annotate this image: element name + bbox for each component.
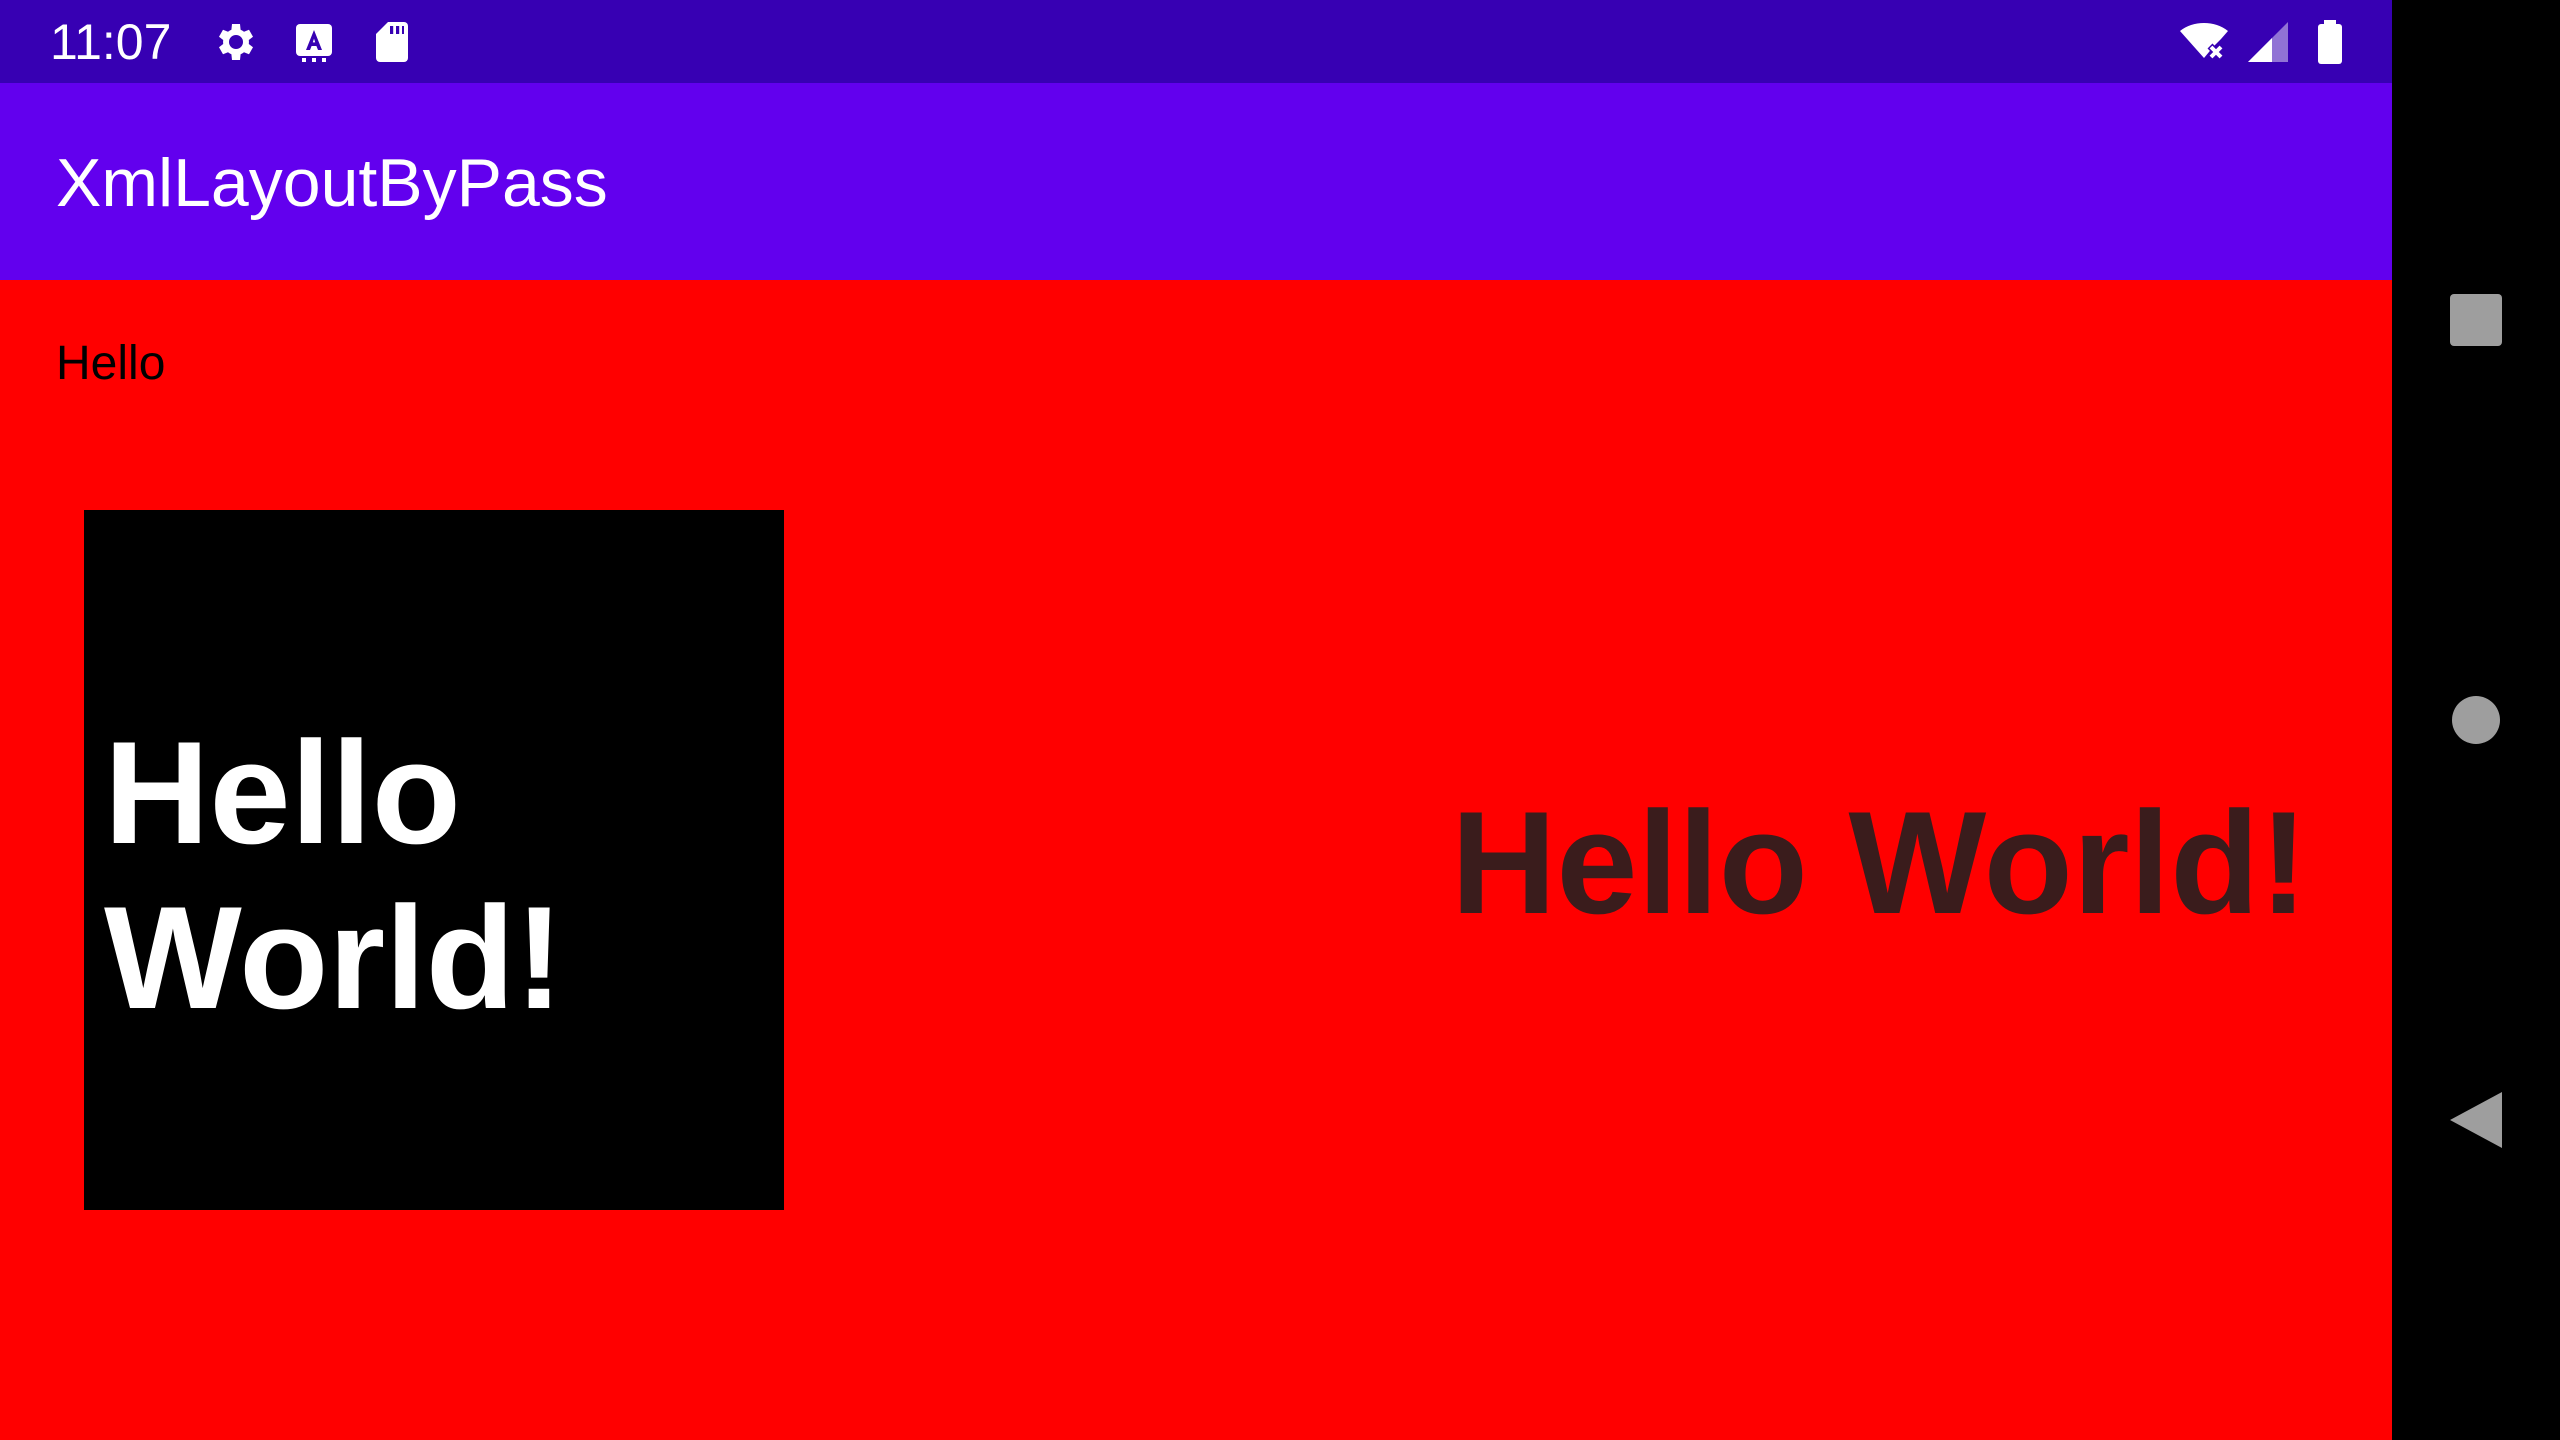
app-bar: XmlLayoutByPass [0, 83, 2392, 280]
app-title: XmlLayoutByPass [56, 145, 608, 221]
app-area: 11:07 XmlLayoutByPass Hello Hello World!… [0, 0, 2392, 1440]
black-box: Hello World! [84, 510, 784, 1210]
navigation-bar [2392, 0, 2560, 1440]
box-hello-world-text: Hello World! [104, 711, 564, 1039]
device-screen: 11:07 XmlLayoutByPass Hello Hello World!… [0, 0, 2560, 1440]
status-bar: 11:07 [0, 0, 2392, 83]
battery-icon [2306, 18, 2354, 66]
sd-card-icon [368, 18, 416, 66]
gear-icon [212, 18, 260, 66]
signal-icon [2244, 18, 2292, 66]
hello-label: Hello [56, 337, 166, 390]
keyboard-a-icon [290, 18, 338, 66]
wifi-off-icon [2180, 18, 2228, 66]
recents-square-icon[interactable] [2426, 270, 2526, 370]
content-area: Hello Hello World! Hello World! [0, 280, 2392, 1440]
back-triangle-icon[interactable] [2426, 1070, 2526, 1170]
status-time: 11:07 [50, 14, 172, 70]
large-hello-world-text: Hello World! [1450, 781, 2308, 944]
home-circle-icon[interactable] [2426, 670, 2526, 770]
